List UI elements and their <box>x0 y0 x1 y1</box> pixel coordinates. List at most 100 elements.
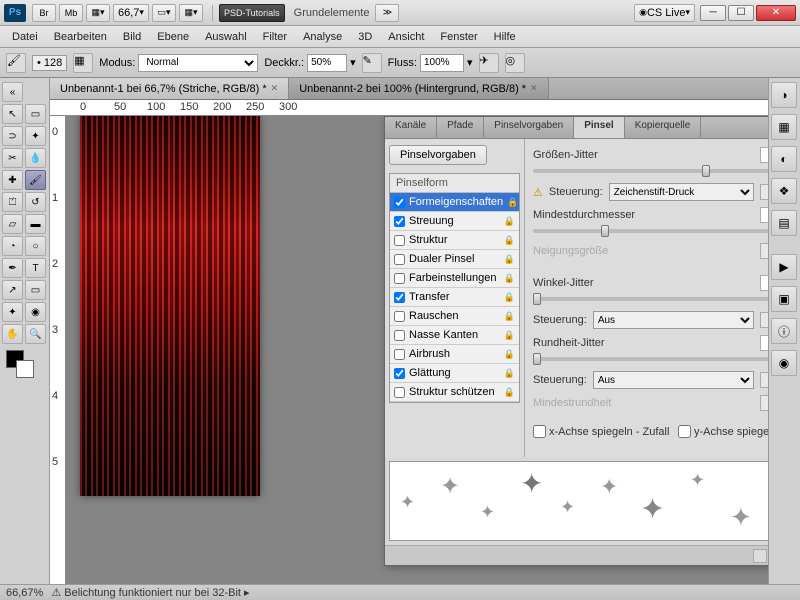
roundness-jitter-value[interactable]: 0% <box>760 335 768 351</box>
close-icon[interactable]: ✕ <box>530 83 538 94</box>
menu-ansicht[interactable]: Ansicht <box>380 28 432 46</box>
lock-icon[interactable]: 🔒 <box>504 387 515 398</box>
opacity-input[interactable] <box>307 54 347 72</box>
move-tool[interactable]: ↖ <box>2 104 23 124</box>
camera-tool[interactable]: ◉ <box>25 302 46 322</box>
zoom-tool[interactable]: 🔍 <box>25 324 46 344</box>
color-swatches[interactable] <box>2 350 47 386</box>
tab-kopierquelle[interactable]: Kopierquelle <box>625 117 702 138</box>
opt-dualer-pinsel[interactable]: Dualer Pinsel🔒 <box>390 250 519 269</box>
menu-filter[interactable]: Filter <box>255 28 295 46</box>
blur-tool[interactable]: ◔ <box>2 236 23 256</box>
angle-control-select[interactable]: Aus <box>593 311 754 329</box>
menu-auswahl[interactable]: Auswahl <box>197 28 255 46</box>
pressure-size-icon[interactable]: ◎ <box>505 53 525 73</box>
lock-icon[interactable]: 🔒 <box>504 330 515 341</box>
close-icon[interactable]: ✕ <box>271 83 279 94</box>
doc-tab-2[interactable]: Unbenannt-2 bei 100% (Hintergrund, RGB/8… <box>289 78 548 99</box>
minimize-button[interactable]: ─ <box>700 5 726 21</box>
angle-jitter-slider[interactable] <box>533 297 768 301</box>
modus-select[interactable]: Normal <box>138 54 258 72</box>
flow-input[interactable] <box>420 54 464 72</box>
brush-size[interactable]: • 128 <box>32 55 67 71</box>
close-button[interactable]: ✕ <box>756 5 796 21</box>
stamp-tool[interactable]: ⏍ <box>2 192 23 212</box>
menu-datei[interactable]: Datei <box>4 28 46 46</box>
heal-tool[interactable]: ✚ <box>2 170 23 190</box>
more-workspaces[interactable]: ≫ <box>375 4 399 22</box>
opt-farbeinstellungen[interactable]: Farbeinstellungen🔒 <box>390 269 519 288</box>
roundness-jitter-slider[interactable] <box>533 357 768 361</box>
lock-icon[interactable]: 🔒 <box>504 368 515 379</box>
maximize-button[interactable]: ☐ <box>728 5 754 21</box>
opt-rauschen[interactable]: Rauschen🔒 <box>390 307 519 326</box>
tab-pinselvorgaben[interactable]: Pinselvorgaben <box>484 117 574 138</box>
angle-jitter-value[interactable]: 0% <box>760 275 768 291</box>
opt-nasse-kanten[interactable]: Nasse Kanten🔒 <box>390 326 519 345</box>
tab-pinsel[interactable]: Pinsel <box>574 117 624 138</box>
crop-tool[interactable]: ✂ <box>2 148 23 168</box>
adjustments-panel-icon[interactable]: ◐ <box>771 146 797 172</box>
pen-tool[interactable]: ✒ <box>2 258 23 278</box>
tab-pfade[interactable]: Pfade <box>437 117 484 138</box>
lock-icon[interactable]: 🔒 <box>504 311 515 322</box>
history-brush-tool[interactable]: ↺ <box>25 192 46 212</box>
lock-icon[interactable]: 🔒 <box>504 254 515 265</box>
lock-icon[interactable]: 🔒 <box>504 216 515 227</box>
lock-icon[interactable]: 🔒 <box>504 292 515 303</box>
zoom-level[interactable]: 66,7 ▾ <box>113 4 149 22</box>
doc-tab-1[interactable]: Unbenannt-1 bei 66,7% (Striche, RGB/8) *… <box>50 78 289 99</box>
bridge-button[interactable]: Br <box>32 4 56 22</box>
lock-icon[interactable]: 🔒 <box>507 197 518 208</box>
type-tool[interactable]: T <box>25 258 46 278</box>
status-zoom[interactable]: 66,67% <box>6 587 43 599</box>
color-panel-icon[interactable]: ◑ <box>771 82 797 108</box>
size-control-select[interactable]: Zeichenstift-Druck <box>609 183 754 201</box>
brush-tool-icon[interactable]: 🖌 <box>6 53 26 73</box>
navigator-panel-icon[interactable]: ◉ <box>771 350 797 376</box>
extras-button[interactable]: ▦▾ <box>179 4 203 22</box>
info-panel-icon[interactable]: ⓘ <box>771 318 797 344</box>
opt-streuung[interactable]: Streuung🔒 <box>390 212 519 231</box>
opt-struktur-schuetzen[interactable]: Struktur schützen🔒 <box>390 383 519 402</box>
opt-transfer[interactable]: Transfer🔒 <box>390 288 519 307</box>
menu-analyse[interactable]: Analyse <box>295 28 350 46</box>
gradient-tool[interactable]: ▬ <box>25 214 46 234</box>
lasso-tool[interactable]: ⊃ <box>2 126 23 146</box>
lock-icon[interactable]: 🔒 <box>504 235 515 246</box>
background-swatch[interactable] <box>16 360 34 378</box>
flip-x-checkbox[interactable] <box>533 425 546 438</box>
workspace-psd-tutorials[interactable]: PSD-Tutorials <box>219 4 285 22</box>
lock-icon[interactable]: 🔒 <box>504 349 515 360</box>
canvas[interactable] <box>80 116 260 496</box>
brush-tip-header[interactable]: Pinselform <box>390 174 519 193</box>
menu-hilfe[interactable]: Hilfe <box>486 28 524 46</box>
menu-fenster[interactable]: Fenster <box>432 28 485 46</box>
tab-kanaele[interactable]: Kanäle <box>385 117 437 138</box>
menu-bild[interactable]: Bild <box>115 28 149 46</box>
brush-presets-button[interactable]: Pinselvorgaben <box>389 145 487 165</box>
opt-formeigenschaften[interactable]: Formeigenschaften🔒 <box>390 193 519 212</box>
menu-ebene[interactable]: Ebene <box>149 28 197 46</box>
3d-tool[interactable]: ✦ <box>2 302 23 322</box>
pressure-opacity-icon[interactable]: ✎ <box>362 53 382 73</box>
marquee-tool[interactable]: ▭ <box>25 104 46 124</box>
actions-panel-icon[interactable]: ▣ <box>771 286 797 312</box>
min-diameter-slider[interactable] <box>533 229 768 233</box>
cs-live-button[interactable]: ◉ CS Live ▾ <box>634 4 695 22</box>
min-diameter-value[interactable]: 25% <box>760 207 768 223</box>
airbrush-icon[interactable]: ✈ <box>479 53 499 73</box>
minibridge-button[interactable]: Mb <box>59 4 83 22</box>
screen-mode-button[interactable]: ▦▾ <box>86 4 110 22</box>
wand-tool[interactable]: ✦ <box>25 126 46 146</box>
lock-icon[interactable]: 🔒 <box>504 273 515 284</box>
brush-tool[interactable]: 🖌 <box>25 170 46 190</box>
brush-panel-icon[interactable]: ▦ <box>73 53 93 73</box>
swatches-panel-icon[interactable]: ▦ <box>771 114 797 140</box>
channels-panel-icon[interactable]: ▤ <box>771 210 797 236</box>
hand-tool[interactable]: ✋ <box>2 324 23 344</box>
dodge-tool[interactable]: ○ <box>25 236 46 256</box>
layers-panel-icon[interactable]: ❖ <box>771 178 797 204</box>
eyedropper-tool[interactable]: 💧 <box>25 148 46 168</box>
size-jitter-slider[interactable] <box>533 169 768 173</box>
